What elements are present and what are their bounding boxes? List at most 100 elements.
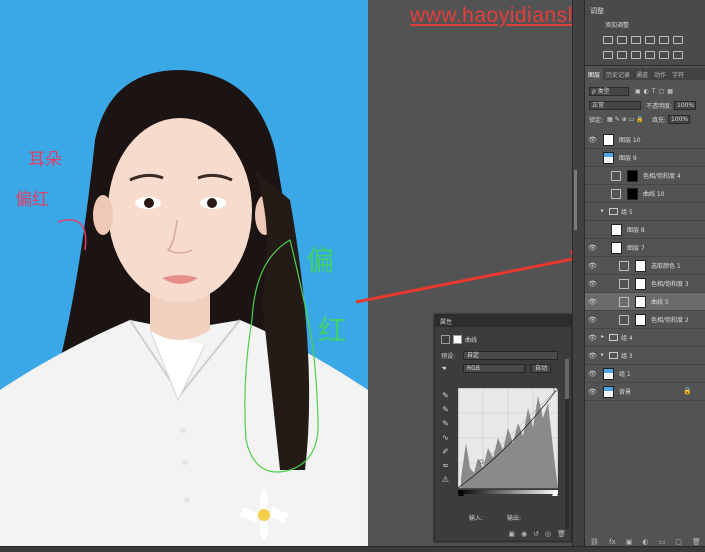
adjustments-title: 调整 <box>590 7 604 15</box>
curve-point-tool-icon[interactable]: ∿ <box>441 433 450 442</box>
photo-filter-icon[interactable] <box>645 51 655 59</box>
layer-row[interactable]: 👁 色相/饱和度 2 <box>585 311 705 329</box>
layer-thumbnail[interactable] <box>603 368 614 380</box>
layer-row[interactable]: 👁 ▸ 组 4 <box>585 329 705 347</box>
blend-mode-select[interactable]: 正常 <box>589 101 641 110</box>
eyedropper-black-icon[interactable]: ✎ <box>441 391 450 400</box>
fx-icon[interactable]: fx <box>609 538 616 546</box>
visibility-eye-icon[interactable]: 👁 <box>588 352 597 360</box>
eyedropper-gray-icon[interactable]: ✎ <box>441 405 450 414</box>
group-expand-icon[interactable]: ▸ <box>601 333 604 340</box>
black-white-icon[interactable] <box>631 51 641 59</box>
curves-graph[interactable] <box>458 388 558 496</box>
auto-button[interactable]: 自动 <box>531 364 552 373</box>
layer-row[interactable]: ▸ 组 5 <box>585 203 705 221</box>
folder-icon <box>609 334 618 341</box>
layer-name: 图层 7 <box>627 245 645 252</box>
layer-row[interactable]: 👁 组 1 <box>585 365 705 383</box>
filter-icons[interactable]: ▣◐T▢▦ <box>635 88 676 95</box>
layer-row[interactable]: 👁 曲线 5 <box>585 293 705 311</box>
adjustment-layer-icon <box>619 279 629 289</box>
layer-thumbnail[interactable] <box>611 242 622 254</box>
smooth-icon[interactable]: ≈ <box>441 461 450 470</box>
layer-thumbnail[interactable] <box>603 386 614 398</box>
visibility-eye-icon[interactable]: 👁 <box>588 316 597 324</box>
add-mask-icon[interactable]: ▣ <box>626 538 633 546</box>
layer-row[interactable]: 图层 8 <box>585 221 705 239</box>
layer-row[interactable]: 👁 背景 🔒 <box>585 383 705 401</box>
fill-input[interactable]: 100% <box>667 115 690 124</box>
tab-channels[interactable]: 通道 <box>633 68 651 80</box>
exposure-icon[interactable] <box>645 36 655 44</box>
visibility-eye-icon[interactable]: 👁 <box>588 298 597 306</box>
opacity-label: 不透明度: <box>646 103 673 110</box>
new-layer-icon[interactable]: ▢ <box>675 538 682 546</box>
layer-name: 组 5 <box>621 209 633 216</box>
link-icon[interactable]: ⛓ <box>590 538 599 546</box>
lock-icons[interactable]: ▦✎⊕▭🔒 <box>607 116 646 123</box>
layer-mask-thumbnail[interactable] <box>635 278 646 290</box>
layer-thumbnail[interactable] <box>603 152 614 164</box>
layer-row[interactable]: 曲线 10 <box>585 185 705 203</box>
trash-icon[interactable]: 🗑 <box>557 530 566 538</box>
mask-icon[interactable] <box>453 335 462 344</box>
layer-mask-thumbnail[interactable] <box>635 314 646 326</box>
color-balance-icon[interactable] <box>617 51 627 59</box>
layer-mask-thumbnail[interactable] <box>635 260 646 272</box>
group-expand-icon[interactable]: ▸ <box>601 207 604 214</box>
layer-row[interactable]: 👁 图层 10 <box>585 131 705 149</box>
eye-prev-icon[interactable]: ◉ <box>521 530 527 538</box>
tab-history[interactable]: 历史记录 <box>603 68 633 80</box>
tab-character[interactable]: 字符 <box>669 68 687 80</box>
brightness-icon[interactable] <box>603 36 613 44</box>
layer-row[interactable]: 👁 色相/饱和度 3 <box>585 275 705 293</box>
layer-mask-thumbnail[interactable] <box>635 296 646 308</box>
canvas-scrollbar[interactable] <box>574 170 577 230</box>
visibility-eye-icon[interactable]: 👁 <box>588 262 597 270</box>
layer-mask-thumbnail[interactable] <box>627 170 638 182</box>
tab-actions[interactable]: 动作 <box>651 68 669 80</box>
new-group-icon[interactable]: ▭ <box>659 538 666 546</box>
color-lookup-icon[interactable] <box>673 51 683 59</box>
visibility-eye-icon[interactable]: 👁 <box>588 370 597 378</box>
layer-row[interactable]: 色相/饱和度 4 <box>585 167 705 185</box>
visibility-eye-icon[interactable]: 👁 <box>588 280 597 288</box>
layer-name: 组 1 <box>619 371 631 378</box>
curves-tools: ✎ ✎ ✎ ∿ ✐ ≈ ⚠ <box>441 391 451 489</box>
clip-icon[interactable]: ▣ <box>508 530 515 538</box>
layer-row[interactable]: 👁 图层 7 <box>585 239 705 257</box>
pencil-tool-icon[interactable]: ✐ <box>441 447 450 456</box>
visibility-icon[interactable]: ◎ <box>545 530 551 538</box>
visibility-eye-icon[interactable]: 👁 <box>588 136 597 144</box>
opacity-input[interactable]: 100% <box>674 101 697 110</box>
eyedropper-white-icon[interactable]: ✎ <box>441 419 450 428</box>
layer-row[interactable]: 图层 9 <box>585 149 705 167</box>
hand-tool-icon[interactable]: ☚ <box>441 365 463 372</box>
kind-filter-select[interactable]: ρ 类型 <box>589 87 629 96</box>
layer-mask-thumbnail[interactable] <box>627 188 638 200</box>
clipping-warning-icon[interactable]: ⚠ <box>441 475 450 484</box>
preset-select[interactable]: 自定 <box>463 351 558 360</box>
channel-select[interactable]: RGB <box>463 364 525 373</box>
tab-layers[interactable]: 图层 <box>585 68 604 80</box>
delete-layer-icon[interactable]: 🗑 <box>692 538 701 546</box>
layer-thumbnail[interactable] <box>603 134 614 146</box>
layer-row[interactable]: 👁 选取颜色 1 <box>585 257 705 275</box>
visibility-eye-icon[interactable]: 👁 <box>588 244 597 252</box>
visibility-eye-icon[interactable]: 👁 <box>588 334 597 342</box>
layer-name: 图层 8 <box>627 227 645 234</box>
channel-mixer-icon[interactable] <box>659 51 669 59</box>
layer-thumbnail[interactable] <box>611 224 622 236</box>
vibrance-icon[interactable] <box>659 36 669 44</box>
gradient-icon[interactable] <box>673 36 683 44</box>
levels-icon[interactable] <box>617 36 627 44</box>
group-expand-icon[interactable]: ▸ <box>601 351 604 358</box>
curves-icon[interactable] <box>631 36 641 44</box>
reset-icon[interactable]: ↺ <box>533 530 539 538</box>
adjustments-panel: 调整 添加调整 <box>585 0 705 66</box>
hue-saturation-icon[interactable] <box>603 51 613 59</box>
visibility-eye-icon[interactable]: 👁 <box>588 388 597 396</box>
layer-row[interactable]: 👁 ▸ 组 3 <box>585 347 705 365</box>
new-adjustment-icon[interactable]: ◐ <box>642 538 648 546</box>
properties-scrollbar[interactable] <box>565 359 569 529</box>
